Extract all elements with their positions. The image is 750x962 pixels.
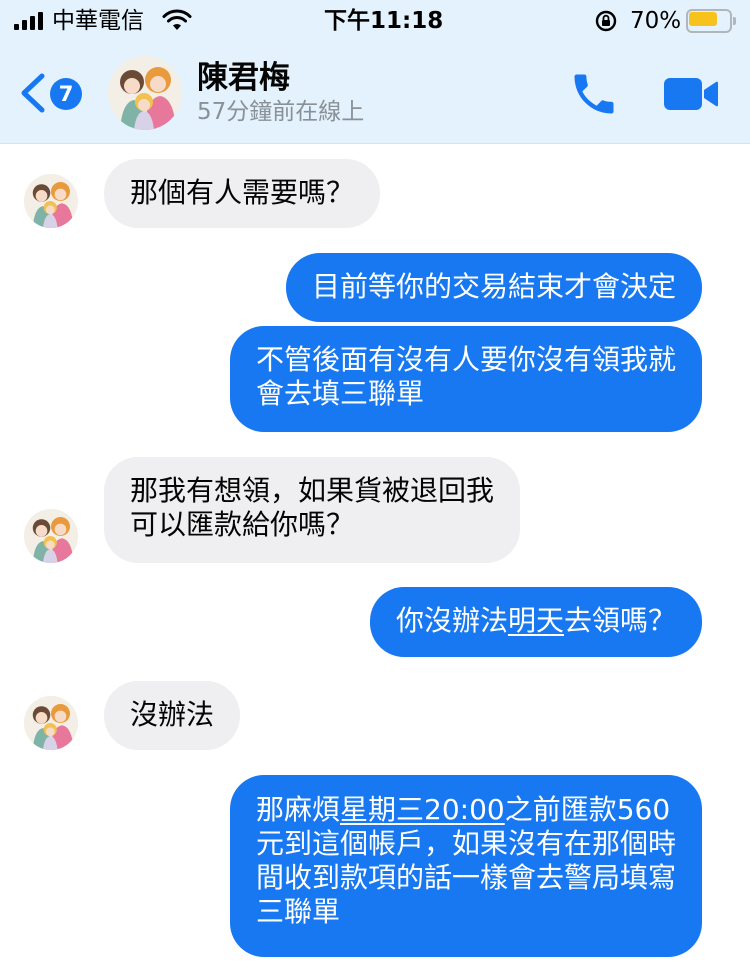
unread-count-badge: 7 (50, 78, 82, 110)
message-text-line: 間收到款項的話一樣會去警局填寫 (255, 861, 676, 894)
message-text: 你沒辦法明天去領嗎？ (396, 604, 676, 638)
carrier-name: 中華電信 (52, 8, 144, 34)
text-segment: 之前匯款560 (504, 793, 671, 826)
date-link[interactable]: 星期三 (340, 793, 424, 826)
sender-avatar[interactable] (24, 174, 78, 228)
back-button[interactable]: 7 (16, 70, 88, 118)
battery-icon (686, 9, 736, 33)
text-segment: 那麻煩 (255, 793, 340, 826)
message-text-line: 會去填三聯單 (255, 377, 424, 410)
message-text-line: 那麻煩星期三20:00之前匯款560 (256, 793, 676, 827)
message-bubble-incoming[interactable]: 那個有人需要嗎？ (104, 159, 381, 228)
message-bubble-outgoing[interactable]: 你沒辦法明天去領嗎？ (369, 587, 702, 657)
conversation-header: 7 陳君梅 57分鐘前在線上 (0, 44, 750, 144)
message-text-line: 那我有想領，如果貨被退回我 (130, 474, 495, 507)
status-time: 下午11:18 (324, 8, 444, 34)
call-button[interactable] (568, 68, 620, 120)
contact-online-status: 57分鐘前在線上 (197, 99, 365, 125)
message-bubble-outgoing[interactable]: 目前等你的交易結束才會決定 (285, 253, 702, 322)
video-camera-icon (664, 78, 718, 110)
text-segment: 去領嗎？ (563, 604, 676, 637)
phone-icon (574, 74, 614, 114)
cellular-signal-icon (14, 12, 46, 30)
contact-avatar[interactable] (108, 56, 182, 130)
text-segment: 你沒辦法 (395, 604, 508, 637)
message-bubble-incoming[interactable]: 沒辦法 (104, 681, 241, 750)
chevron-left-icon (21, 73, 45, 113)
message-bubble-outgoing[interactable]: 不管後面有沒有人要你沒有領我就 會去填三聯單 (229, 326, 702, 432)
time-link[interactable]: 20:00 (424, 793, 505, 826)
message-bubble-incoming[interactable]: 那我有想領，如果貨被退回我 可以匯款給你嗎？ (104, 457, 521, 563)
wifi-icon (162, 9, 192, 30)
orientation-lock-icon (595, 10, 617, 32)
sender-avatar[interactable] (24, 696, 78, 750)
message-text-line: 三聯單 (255, 895, 340, 928)
message-bubble-outgoing[interactable]: 那麻煩星期三20:00之前匯款560 元到這個帳戶，如果沒有在那個時 間收到款項… (229, 775, 702, 957)
video-call-button[interactable] (662, 72, 720, 116)
sender-avatar[interactable] (24, 509, 78, 563)
battery-percentage: 70% (630, 8, 682, 34)
message-text: 目前等你的交易結束才會決定 (311, 270, 676, 303)
date-link[interactable]: 明天 (508, 604, 564, 637)
message-text-line: 不管後面有沒有人要你沒有領我就 (255, 343, 676, 376)
message-text: 沒辦法 (130, 698, 215, 731)
message-text-line: 可以匯款給你嗎？ (130, 508, 355, 541)
status-bar: 中華電信 下午11:18 70% (0, 0, 750, 44)
contact-name[interactable]: 陳君梅 (197, 58, 290, 98)
message-text: 那個有人需要嗎？ (130, 176, 355, 209)
message-text-line: 元到這個帳戶，如果沒有在那個時 (255, 827, 676, 860)
